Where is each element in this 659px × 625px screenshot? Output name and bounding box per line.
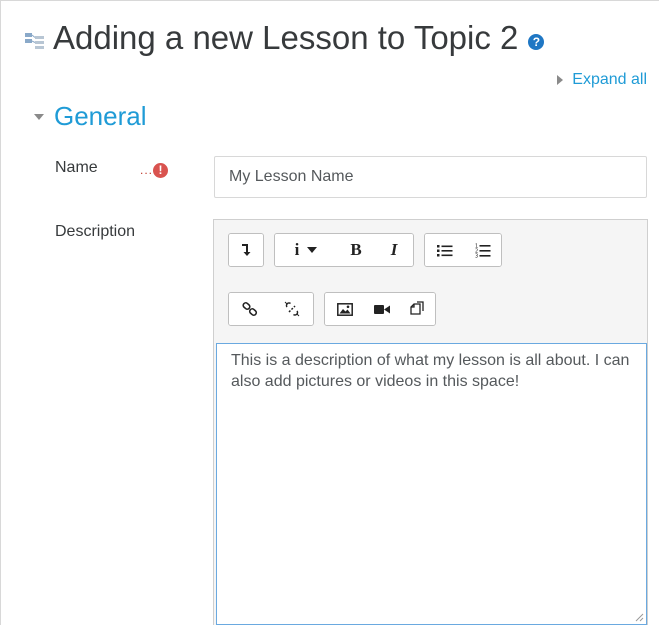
manage-files-icon xyxy=(410,301,424,315)
form-page: Adding a new Lesson to Topic 2 ? Expand … xyxy=(0,0,659,625)
caret-down-icon xyxy=(34,113,44,120)
expand-all-label: Expand all xyxy=(572,71,647,88)
lesson-module-icon xyxy=(25,33,44,49)
toolbar-row-1: i B I 1 2 3 xyxy=(228,233,512,267)
expand-all-link[interactable]: Expand all xyxy=(557,71,647,89)
required-icon: ! xyxy=(153,163,168,178)
image-icon xyxy=(337,302,353,316)
required-dots: ... xyxy=(140,163,154,177)
description-editor: i B I 1 2 3 This is a description of wha… xyxy=(213,219,648,625)
page-title: Adding a new Lesson to Topic 2 xyxy=(53,19,519,56)
svg-text:3: 3 xyxy=(475,253,478,258)
toolbar-group-links xyxy=(228,292,314,326)
section-title: General xyxy=(54,101,147,131)
resize-handle-icon[interactable] xyxy=(634,612,644,622)
toolbar-group-collapse xyxy=(228,233,264,267)
page-header: Adding a new Lesson to Topic 2 ? xyxy=(25,19,545,57)
italic-icon: I xyxy=(390,240,398,259)
toolbar-row-2 xyxy=(228,292,446,326)
dropdown-caret-icon xyxy=(307,247,318,253)
name-input[interactable] xyxy=(214,156,647,198)
link-icon xyxy=(242,302,258,316)
help-icon[interactable]: ? xyxy=(528,34,545,50)
description-textarea[interactable]: This is a description of what my lesson … xyxy=(216,343,647,625)
video-camera-icon xyxy=(374,304,390,314)
caret-right-icon xyxy=(557,75,564,85)
link-button[interactable] xyxy=(229,293,271,325)
toolbar-group-media xyxy=(324,292,436,326)
description-label: Description xyxy=(55,223,136,240)
italic-button[interactable]: I xyxy=(375,234,413,266)
unlink-icon xyxy=(284,301,300,317)
ordered-list-icon: 1 2 3 xyxy=(475,243,491,258)
name-label: Name xyxy=(55,159,98,176)
show-more-buttons-button[interactable] xyxy=(229,234,263,266)
insert-media-button[interactable] xyxy=(365,293,399,325)
unlink-button[interactable] xyxy=(271,293,313,325)
toolbar-group-format: i B I xyxy=(274,233,414,267)
paragraph-styles-button[interactable]: i xyxy=(275,234,337,266)
manage-files-button[interactable] xyxy=(399,293,435,325)
unordered-list-button[interactable] xyxy=(425,234,465,266)
ordered-list-button[interactable]: 1 2 3 xyxy=(465,234,501,266)
bold-button[interactable]: B xyxy=(337,234,375,266)
unordered-list-icon xyxy=(437,244,453,256)
bold-icon: B xyxy=(350,240,362,259)
insert-image-button[interactable] xyxy=(325,293,365,325)
section-general-toggle[interactable]: General xyxy=(34,101,147,132)
info-icon: i xyxy=(294,240,300,259)
toolbar-group-lists: 1 2 3 xyxy=(424,233,502,267)
arrow-down-turn-icon xyxy=(242,244,251,256)
